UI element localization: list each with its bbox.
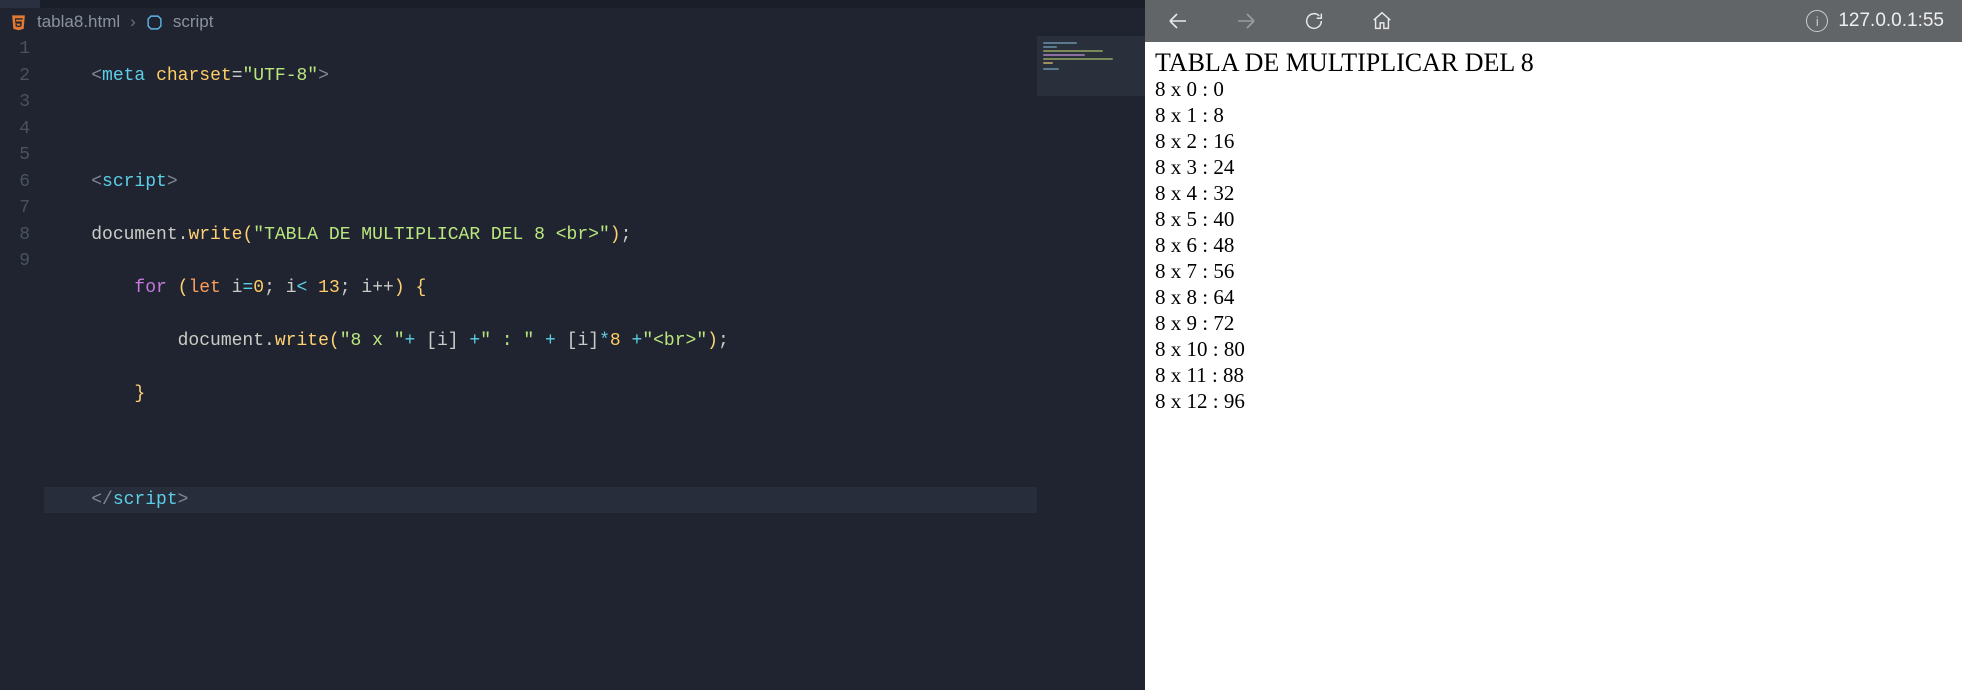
tab-strip [0,0,1145,8]
code-token: i [232,278,243,298]
address-bar[interactable]: i 127.0.0.1:55 [1806,10,1944,32]
code-token: write [188,225,242,245]
output-row: 8 x 0 : 0 [1155,76,1952,102]
line-number: 8 [0,222,30,249]
output-row: 8 x 5 : 40 [1155,206,1952,232]
code-token: i [577,331,588,351]
code-token: 8 [610,331,621,351]
line-number: 6 [0,169,30,196]
line-number: 1 [0,36,30,63]
home-button[interactable] [1367,6,1397,36]
output-row: 8 x 1 : 8 [1155,102,1952,128]
output-row: 8 x 2 : 16 [1155,128,1952,154]
code-token: charset [156,66,232,86]
line-number: 7 [0,195,30,222]
browser-pane: i 127.0.0.1:55 TABLA DE MULTIPLICAR DEL … [1145,0,1962,690]
html-file-icon [10,14,27,31]
code-token: script [113,490,178,510]
output-row: 8 x 6 : 48 [1155,232,1952,258]
code-token: "<br>" [642,331,707,351]
page-title: TABLA DE MULTIPLICAR DEL 8 [1155,50,1952,76]
code-token: * [599,331,610,351]
output-row: 8 x 4 : 32 [1155,180,1952,206]
code-token: 0 [253,278,264,298]
output-row: 8 x 9 : 72 [1155,310,1952,336]
code-content[interactable]: <meta charset="UTF-8"> <script> document… [48,36,1145,690]
code-token: < [297,278,308,298]
line-number: 4 [0,116,30,143]
code-token: for [134,278,166,298]
code-token: 13 [318,278,340,298]
code-token: + [545,331,556,351]
code-token: ] [588,331,599,351]
breadcrumb-file[interactable]: tabla8.html [37,12,120,32]
line-number: 2 [0,63,30,90]
minimap[interactable] [1037,36,1145,676]
line-number: 3 [0,89,30,116]
code-token: [ [567,331,578,351]
symbol-icon [146,14,163,31]
breadcrumb-symbol[interactable]: script [173,12,214,32]
code-token: "UTF-8" [243,66,319,86]
code-token: "8 x " [340,331,405,351]
code-token: document [91,225,177,245]
browser-toolbar: i 127.0.0.1:55 [1145,0,1962,42]
code-token: " : " [480,331,534,351]
code-editor-pane: tabla8.html › script 1 2 3 4 5 6 7 8 9 <… [0,0,1145,690]
info-icon[interactable]: i [1806,10,1828,32]
browser-content: TABLA DE MULTIPLICAR DEL 8 8 x 0 : 0 8 x… [1145,42,1962,690]
output-row: 8 x 10 : 80 [1155,336,1952,362]
line-gutter: 1 2 3 4 5 6 7 8 9 [0,36,48,690]
output-row: 8 x 7 : 56 [1155,258,1952,284]
code-area[interactable]: 1 2 3 4 5 6 7 8 9 <meta charset="UTF-8">… [0,36,1145,690]
output-row: 8 x 3 : 24 [1155,154,1952,180]
code-token: + [469,331,480,351]
refresh-button[interactable] [1299,6,1329,36]
breadcrumb: tabla8.html › script [0,8,1145,36]
output-row: 8 x 12 : 96 [1155,388,1952,414]
output-row: 8 x 11 : 88 [1155,362,1952,388]
code-token: meta [102,66,145,86]
line-number: 5 [0,142,30,169]
output-row: 8 x 8 : 64 [1155,284,1952,310]
code-token: i++ [361,278,393,298]
chevron-right-icon: › [130,12,136,32]
code-token: + [405,331,416,351]
back-button[interactable] [1163,6,1193,36]
address-text: 127.0.0.1:55 [1838,10,1944,32]
code-token: document [178,331,264,351]
line-number: 9 [0,248,30,275]
code-token: i [437,331,448,351]
code-token: "TABLA DE MULTIPLICAR DEL 8 <br>" [253,225,609,245]
code-token: [ [426,331,437,351]
code-token: ] [448,331,459,351]
code-token: = [242,278,253,298]
minimap-viewport[interactable] [1037,36,1145,96]
forward-button[interactable] [1231,6,1261,36]
code-token: script [102,172,167,192]
code-token: write [275,331,329,351]
code-token: + [632,331,643,351]
code-token: let [188,278,220,298]
code-token: i [286,278,297,298]
